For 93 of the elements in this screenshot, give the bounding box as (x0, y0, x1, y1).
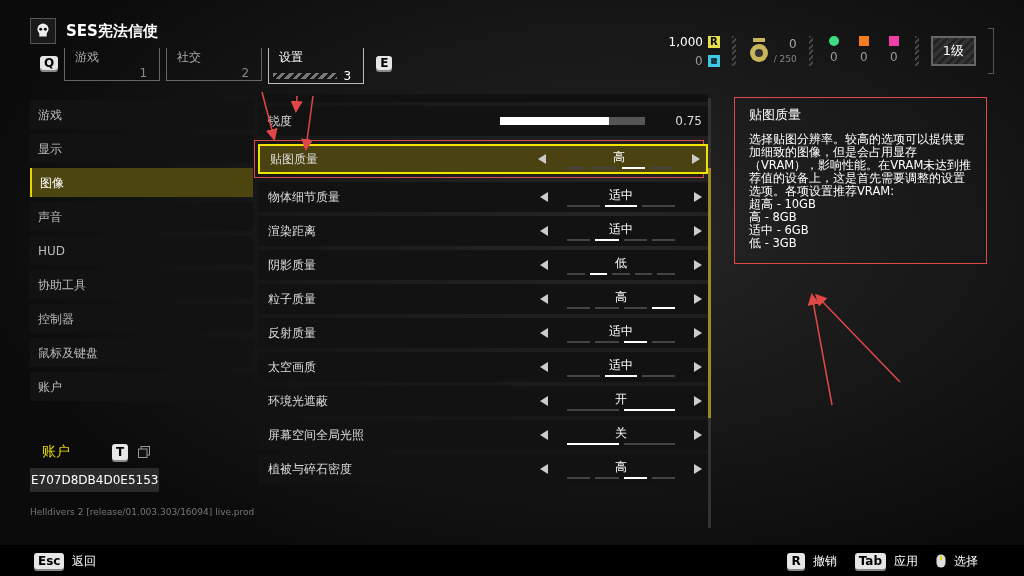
currency-amount: 0 (695, 52, 703, 70)
previous-arrow-icon[interactable] (540, 362, 548, 372)
key-hint: Tab (854, 552, 886, 569)
key-hint: E (376, 56, 393, 70)
account-id: E707D8DB4D0E5153 (30, 468, 160, 492)
setting-label: 屏幕空间全局光照 (268, 427, 364, 444)
key-hint: R (787, 552, 805, 569)
previous-arrow-icon[interactable] (540, 260, 548, 270)
version-text: Helldivers 2 [release/01.003.303/16094] live.prod (30, 506, 255, 519)
setting-row[interactable]: 反射质量 适中 (258, 318, 708, 348)
medal-count: 0 (789, 36, 797, 54)
sidebar-item[interactable]: 协助工具 (30, 270, 253, 299)
medal-cap: / 250 (773, 53, 797, 67)
option-value: 适中 (609, 221, 633, 237)
sample-count: 0 (859, 49, 868, 66)
previous-arrow-icon[interactable] (538, 154, 546, 164)
footer-action[interactable]: 选择 (954, 551, 978, 570)
footer-action[interactable]: 返回 (72, 551, 97, 570)
option-value: 关 (615, 425, 627, 441)
next-arrow-icon[interactable] (694, 294, 702, 304)
option-value: 开 (615, 391, 627, 407)
slider-reading: 0.75 (675, 113, 702, 130)
option-value: 高 (615, 289, 627, 305)
account-title: 账户 (42, 442, 71, 461)
vram-line: 低 - 3GB (749, 237, 798, 250)
option-value: 适中 (609, 323, 633, 339)
sample-count: 0 (889, 49, 898, 66)
previous-arrow-icon[interactable] (540, 226, 548, 236)
key-hint: Esc (34, 552, 65, 569)
next-arrow-icon[interactable] (694, 328, 702, 338)
window-title: SES宪法信使 (66, 20, 158, 42)
setting-row[interactable]: 植被与碎石密度 高 (258, 454, 708, 484)
option-value: 适中 (609, 357, 633, 373)
next-arrow-icon[interactable] (694, 192, 702, 202)
setting-label: 贴图质量 (270, 151, 318, 168)
sidebar-item[interactable]: 图像 (30, 168, 253, 197)
slider-track[interactable] (500, 117, 646, 125)
footer-action[interactable]: 撤销 (812, 551, 837, 570)
setting-label: 植被与碎石密度 (268, 461, 352, 478)
sidebar-item[interactable]: 控制器 (30, 304, 253, 333)
medal-icon (747, 38, 770, 64)
description-title: 贴图质量 (749, 108, 802, 121)
sidebar-item[interactable]: 游戏 (30, 100, 253, 129)
vram-line: 适中 - 6GB (749, 224, 810, 237)
currency-amount: 1,000 (668, 33, 703, 51)
vram-line: 超高 - 10GB (749, 198, 817, 211)
previous-arrow-icon[interactable] (540, 192, 548, 202)
setting-row[interactable]: 粒子质量 高 (258, 284, 708, 314)
setting-label: 太空画质 (268, 359, 316, 376)
description-text: 选择贴图分辨率。较高的选项可以提供更加细致的图像，但是会占用显存（VRAM），影响性能。在VRAM未达到推荐值的设备上，这是首先需要调整的设置选项。各项设置推荐VRAM: (749, 133, 972, 198)
previous-arrow-icon[interactable] (540, 328, 548, 338)
next-arrow-icon[interactable] (694, 430, 702, 440)
menu-tab[interactable]: 设置 3 (268, 48, 365, 84)
next-arrow-icon[interactable] (692, 154, 700, 164)
previous-arrow-icon[interactable] (540, 396, 548, 406)
option-value: 高 (615, 459, 627, 475)
next-arrow-icon[interactable] (694, 362, 702, 372)
previous-arrow-icon[interactable] (540, 430, 548, 440)
sidebar-item[interactable]: HUD (30, 236, 253, 265)
option-value: 低 (615, 255, 627, 271)
setting-label: 渲染距离 (268, 223, 316, 240)
setting-label: 粒子质量 (268, 291, 316, 308)
vram-line: 高 - 8GB (749, 211, 798, 224)
copy-icon (138, 445, 151, 458)
level-badge: 1级 (930, 36, 976, 66)
setting-label: 阴影质量 (268, 257, 316, 274)
setting-label: 物体细节质量 (268, 189, 340, 206)
setting-label: 反射质量 (268, 325, 316, 342)
mouse-icon (936, 553, 946, 568)
setting-row[interactable]: 渲染距离 适中 (258, 216, 708, 246)
setting-label: 环境光遮蔽 (268, 393, 328, 410)
sidebar-item[interactable]: 显示 (30, 134, 253, 163)
key-hint: T (112, 443, 129, 460)
key-hint: Q (40, 56, 59, 70)
menu-tab[interactable]: 社交 2 (166, 48, 263, 81)
footer-action[interactable]: 应用 (894, 551, 918, 570)
setting-row[interactable]: 物体细节质量 适中 (258, 182, 708, 212)
credit-icon (707, 54, 720, 67)
previous-arrow-icon[interactable] (540, 464, 548, 474)
option-value: 适中 (609, 187, 633, 203)
sidebar-item[interactable]: 声音 (30, 202, 253, 231)
previous-arrow-icon[interactable] (540, 294, 548, 304)
menu-tab[interactable]: 游戏 1 (64, 48, 161, 81)
next-arrow-icon[interactable] (694, 396, 702, 406)
skull-icon (30, 18, 56, 44)
next-arrow-icon[interactable] (694, 464, 702, 474)
setting-row[interactable]: 贴图质量 高 (258, 144, 708, 174)
sample-count: 0 (829, 49, 838, 66)
requisition-icon: R (707, 35, 720, 48)
next-arrow-icon[interactable] (694, 260, 702, 270)
setting-row[interactable]: 阴影质量 低 (258, 250, 708, 280)
option-value: 高 (613, 149, 625, 165)
next-arrow-icon[interactable] (694, 226, 702, 236)
